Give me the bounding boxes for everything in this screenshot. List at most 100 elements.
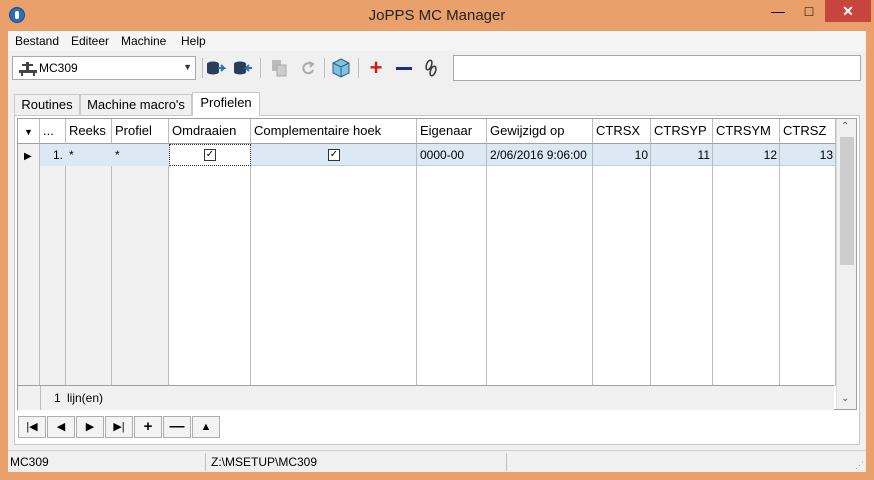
col-header-eigenaar[interactable]: Eigenaar bbox=[417, 119, 487, 144]
title-bar: JoPPS MC Manager — □ ✕ bbox=[0, 0, 874, 31]
package-button[interactable] bbox=[330, 57, 352, 79]
row-number: 1. bbox=[40, 144, 66, 166]
select-all-header[interactable]: ▼ bbox=[18, 119, 40, 144]
triangle-up-icon: ▲ bbox=[200, 421, 212, 433]
toolbar-separator bbox=[358, 58, 359, 78]
chevron-down-icon[interactable]: ▼ bbox=[183, 62, 192, 72]
resize-grip-icon[interactable]: ⋰ bbox=[855, 460, 864, 471]
col-header-profiel[interactable]: Profiel bbox=[112, 119, 169, 144]
rownum-column bbox=[40, 144, 66, 386]
menu-bar: Bestand Editeer Machine Help bbox=[8, 31, 866, 51]
last-icon: ▶| bbox=[113, 421, 125, 433]
ctrsyp-column bbox=[651, 144, 713, 386]
cell-gewijzigd-op[interactable]: 2/06/2016 9:06:00 bbox=[487, 144, 593, 166]
status-divider bbox=[205, 453, 206, 471]
machine-select[interactable]: MC309 ▼ bbox=[12, 56, 196, 80]
menu-help[interactable]: Help bbox=[181, 34, 206, 48]
minus-icon bbox=[396, 67, 412, 70]
prev-icon: ◀ bbox=[56, 421, 66, 433]
tab-profielen[interactable]: Profielen bbox=[192, 92, 260, 116]
scroll-down-icon[interactable]: ⌄ bbox=[841, 393, 849, 404]
cell-ctrsx[interactable]: 10 bbox=[593, 144, 651, 166]
cell-reeks[interactable]: * bbox=[66, 144, 112, 166]
gewijzigd-op-column bbox=[487, 144, 593, 386]
row-header-column bbox=[18, 144, 40, 386]
cell-ctrsyp[interactable]: 11 bbox=[651, 144, 713, 166]
cell-ctrsz[interactable]: 13 bbox=[780, 144, 836, 166]
next-icon: ▶ bbox=[85, 421, 95, 433]
scroll-up-icon[interactable]: ⌃ bbox=[841, 121, 849, 132]
ctrsx-column bbox=[593, 144, 651, 386]
client-area: Bestand Editeer Machine Help MC309 ▼ + R… bbox=[8, 31, 866, 472]
database-import-icon bbox=[234, 61, 252, 75]
link-icon bbox=[425, 59, 437, 77]
next-record-button[interactable]: ▶ bbox=[76, 416, 104, 438]
profielen-panel: ▼ ... Reeks Profiel Omdraaien Complement… bbox=[14, 115, 860, 445]
col-header-omdraaien[interactable]: Omdraaien bbox=[169, 119, 251, 144]
first-record-button[interactable]: |◀ bbox=[18, 416, 46, 438]
database-export-icon bbox=[207, 61, 227, 75]
ctrsz-column bbox=[780, 144, 836, 386]
copy-button[interactable] bbox=[268, 57, 290, 79]
menu-bestand[interactable]: Bestand bbox=[15, 34, 59, 48]
link-button[interactable] bbox=[420, 57, 442, 79]
eigenaar-column bbox=[417, 144, 487, 386]
cell-ctrsym[interactable]: 12 bbox=[713, 144, 780, 166]
complementaire-hoek-column bbox=[251, 144, 417, 386]
triangle-right-icon: ▶ bbox=[24, 151, 32, 162]
cell-eigenaar[interactable]: 0000-00 bbox=[417, 144, 487, 166]
col-header-rownum[interactable]: ... bbox=[40, 119, 66, 144]
row-count-label: lijn(en) bbox=[67, 391, 104, 405]
current-row-indicator: ▶ bbox=[18, 144, 40, 166]
plus-icon: + bbox=[143, 418, 153, 435]
cell-profiel[interactable]: * bbox=[112, 144, 169, 166]
status-machine: MC309 bbox=[10, 455, 49, 469]
reeks-column bbox=[66, 144, 112, 386]
delete-record-button[interactable]: — bbox=[163, 416, 191, 438]
complementaire-hoek-checkbox[interactable]: ✓ bbox=[328, 149, 340, 161]
col-header-gewijzigd-op[interactable]: Gewijzigd op bbox=[487, 119, 593, 144]
status-bar: MC309 Z:\MSETUP\MC309 ⋰ bbox=[8, 450, 866, 472]
profiles-grid: ▼ ... Reeks Profiel Omdraaien Complement… bbox=[17, 118, 857, 410]
maximize-button[interactable]: □ bbox=[796, 0, 822, 22]
import-db-button[interactable] bbox=[232, 57, 254, 79]
insert-record-button[interactable]: + bbox=[134, 416, 162, 438]
minimize-button[interactable]: — bbox=[764, 0, 792, 22]
package-icon bbox=[332, 58, 350, 78]
col-header-ctrsz[interactable]: CTRSZ bbox=[780, 119, 836, 144]
col-header-ctrsym[interactable]: CTRSYM bbox=[713, 119, 780, 144]
redo-icon bbox=[302, 61, 315, 75]
omdraaien-checkbox[interactable]: ✓ bbox=[204, 149, 216, 161]
add-button[interactable]: + bbox=[365, 57, 387, 79]
col-header-ctrsx[interactable]: CTRSX bbox=[593, 119, 651, 144]
triangle-down-icon: ▼ bbox=[24, 127, 33, 137]
remove-button[interactable] bbox=[393, 57, 415, 79]
edit-record-button[interactable]: ▲ bbox=[192, 416, 220, 438]
omdraaien-column bbox=[169, 144, 251, 386]
search-input[interactable] bbox=[453, 55, 861, 81]
close-button[interactable]: ✕ bbox=[825, 0, 871, 22]
toolbar-separator bbox=[324, 58, 325, 78]
col-header-complementaire-hoek[interactable]: Complementaire hoek bbox=[251, 119, 417, 144]
scrollbar-thumb[interactable] bbox=[840, 137, 854, 265]
minus-icon: — bbox=[169, 418, 185, 435]
last-record-button[interactable]: ▶| bbox=[105, 416, 133, 438]
prev-record-button[interactable]: ◀ bbox=[47, 416, 75, 438]
tab-routines[interactable]: Routines bbox=[14, 94, 80, 116]
app-window: JoPPS MC Manager — □ ✕ Bestand Editeer M… bbox=[0, 0, 874, 480]
col-header-reeks[interactable]: Reeks bbox=[66, 119, 112, 144]
redo-button[interactable] bbox=[296, 57, 318, 79]
menu-machine[interactable]: Machine bbox=[121, 34, 166, 48]
toolbar: MC309 ▼ + bbox=[8, 51, 866, 85]
menu-editeer[interactable]: Editeer bbox=[71, 34, 109, 48]
grid-footer: 1 lijn(en) bbox=[18, 385, 834, 410]
export-db-button[interactable] bbox=[205, 57, 227, 79]
vertical-scrollbar[interactable]: ⌃ ⌄ bbox=[836, 119, 856, 409]
col-header-ctrsyp[interactable]: CTRSYP bbox=[651, 119, 713, 144]
profiel-column bbox=[112, 144, 169, 386]
tab-machine-macros[interactable]: Machine macro's bbox=[80, 94, 192, 116]
window-title: JoPPS MC Manager bbox=[368, 7, 506, 24]
toolbar-separator bbox=[260, 58, 261, 78]
ctrsym-column bbox=[713, 144, 780, 386]
machine-icon bbox=[19, 62, 37, 76]
